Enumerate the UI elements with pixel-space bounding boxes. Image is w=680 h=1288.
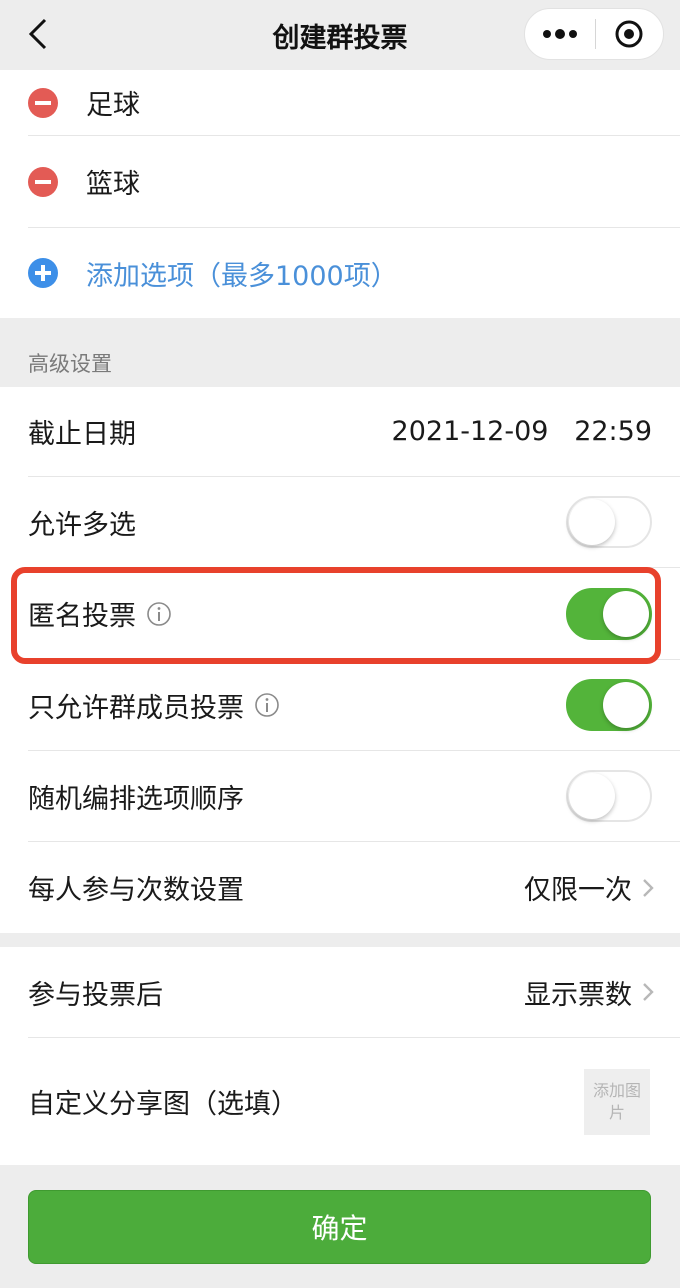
options-section: 足球 篮球 添加选项（最多1000项）: [0, 70, 680, 318]
option-row: 篮球: [28, 136, 680, 228]
add-option-row[interactable]: 添加选项（最多1000项）: [28, 228, 680, 318]
more-button[interactable]: [525, 8, 595, 60]
anonymous-toggle[interactable]: [566, 587, 652, 640]
remove-circle-icon[interactable]: [28, 166, 58, 197]
share-image-row: 自定义分享图（选填） 添加图片: [28, 1038, 680, 1165]
option-row: 足球: [28, 70, 680, 136]
more-dots-icon: [542, 29, 577, 39]
after-vote-row[interactable]: 参与投票后 显示票数: [28, 947, 680, 1038]
multi-select-toggle[interactable]: [566, 496, 652, 548]
advanced-settings-title: 高级设置: [28, 352, 112, 376]
members-only-toggle[interactable]: [566, 679, 652, 731]
info-icon[interactable]: [146, 601, 172, 627]
add-image-button[interactable]: 添加图片: [584, 1068, 650, 1135]
random-order-toggle[interactable]: [566, 770, 652, 822]
anonymous-label: 匿名投票: [28, 601, 136, 632]
deadline-value[interactable]: 2021-12-09 22:59: [392, 416, 652, 447]
chevron-right-icon: [642, 878, 654, 898]
random-order-row: 随机编排选项顺序: [28, 751, 680, 842]
chevron-left-icon: [28, 18, 47, 50]
page-title: 创建群投票: [272, 22, 408, 54]
remove-circle-icon[interactable]: [28, 87, 58, 118]
members-only-row: 只允许群成员投票: [28, 660, 680, 751]
back-button[interactable]: [18, 14, 58, 54]
times-label: 每人参与次数设置: [28, 875, 244, 906]
target-circle-icon: [615, 20, 643, 48]
deadline-row[interactable]: 截止日期 2021-12-09 22:59: [28, 387, 680, 477]
option-text[interactable]: 足球: [86, 83, 140, 122]
after-vote-section: 参与投票后 显示票数 自定义分享图（选填） 添加图片: [0, 947, 680, 1165]
times-row[interactable]: 每人参与次数设置 仅限一次: [28, 842, 680, 933]
members-only-label: 只允许群成员投票: [28, 692, 244, 724]
option-text[interactable]: 篮球: [86, 162, 140, 201]
multi-select-label: 允许多选: [28, 509, 136, 541]
share-image-label: 自定义分享图（选填）: [28, 1089, 298, 1120]
add-option-link[interactable]: 添加选项（最多1000项）: [86, 254, 398, 293]
random-order-label: 随机编排选项顺序: [28, 783, 244, 815]
after-vote-label: 参与投票后: [28, 979, 163, 1011]
advanced-settings-section: 截止日期 2021-12-09 22:59 允许多选 匿名投票 只允许群成员投票…: [0, 387, 680, 933]
close-miniprogram-button[interactable]: [596, 8, 664, 60]
anonymous-row: 匿名投票: [28, 568, 680, 660]
nav-bar: 创建群投票: [0, 0, 680, 70]
after-vote-value: 显示票数: [524, 979, 632, 1011]
info-icon[interactable]: [254, 692, 280, 718]
add-circle-icon[interactable]: [28, 258, 58, 288]
deadline-label: 截止日期: [28, 419, 136, 450]
multi-select-row: 允许多选: [28, 477, 680, 568]
chevron-right-icon: [642, 982, 654, 1002]
confirm-button[interactable]: 确定: [28, 1190, 651, 1264]
miniprogram-capsule: [524, 8, 664, 60]
times-value: 仅限一次: [524, 875, 632, 906]
